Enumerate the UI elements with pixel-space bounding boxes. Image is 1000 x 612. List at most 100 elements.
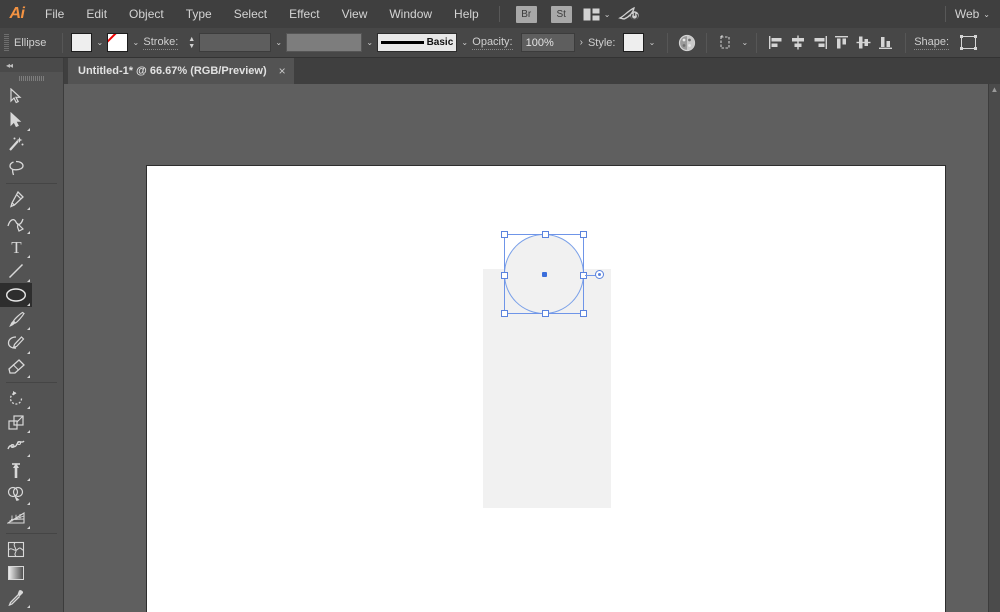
- flyout-corner-icon: [27, 526, 30, 529]
- tools-divider-3: [6, 533, 57, 534]
- vertical-scrollbar[interactable]: ▲: [988, 84, 1000, 612]
- perspective-grid-tool[interactable]: [0, 506, 32, 530]
- selection-bounding-box: [504, 234, 584, 314]
- align-left-icon[interactable]: [765, 32, 787, 54]
- menu-window[interactable]: Window: [378, 0, 443, 28]
- align-horizontal-center-icon[interactable]: [787, 32, 809, 54]
- stroke-weight-stepper[interactable]: ▲ ▼: [186, 33, 197, 52]
- stroke-profile-chevron-down-icon[interactable]: ⌄: [362, 33, 377, 52]
- gradient-tool[interactable]: [0, 561, 32, 585]
- pen-tool[interactable]: [0, 187, 32, 211]
- line-segment-tool[interactable]: [0, 259, 32, 283]
- menu-select[interactable]: Select: [223, 0, 278, 28]
- stroke-weight-input[interactable]: [199, 33, 271, 52]
- brush-definition-box[interactable]: Basic: [377, 33, 457, 52]
- workspace-area: Web ⌄: [936, 0, 1000, 28]
- flyout-corner-icon: [27, 375, 30, 378]
- scroll-up-icon[interactable]: ▲: [989, 84, 1000, 95]
- graphic-style-swatch[interactable]: [623, 33, 644, 52]
- scale-tool[interactable]: [0, 410, 32, 434]
- arrange-chevron-down-icon[interactable]: ⌄: [604, 10, 611, 19]
- live-shape-widget-handle[interactable]: [595, 270, 604, 279]
- width-tool[interactable]: [0, 434, 32, 458]
- stroke-weight-chevron-down-icon[interactable]: ⌄: [271, 33, 286, 52]
- align-vertical-center-icon[interactable]: [853, 32, 875, 54]
- stock-button[interactable]: St: [551, 6, 572, 23]
- control-divider-1: [62, 33, 63, 53]
- recolor-artwork-icon[interactable]: [676, 32, 698, 54]
- collapse-panel-icon[interactable]: ◂◂: [0, 58, 63, 72]
- resize-handle-bottom-center[interactable]: [542, 310, 549, 317]
- fill-chevron-down-icon[interactable]: ⌄: [92, 33, 107, 52]
- tools-panel-grip[interactable]: [0, 72, 63, 84]
- align-top-icon[interactable]: [831, 32, 853, 54]
- close-icon[interactable]: ×: [279, 64, 286, 78]
- transform-icon[interactable]: [715, 32, 737, 54]
- stepper-up-icon[interactable]: ▲: [188, 36, 195, 43]
- control-bar-grip[interactable]: [4, 34, 9, 52]
- free-transform-tool[interactable]: [0, 458, 32, 482]
- type-tool[interactable]: T: [0, 235, 32, 259]
- resize-handle-top-center[interactable]: [542, 231, 549, 238]
- shaper-tool[interactable]: [0, 331, 32, 355]
- bridge-button[interactable]: Br: [516, 6, 537, 23]
- resize-handle-middle-left[interactable]: [501, 272, 508, 279]
- menu-effect[interactable]: Effect: [278, 0, 330, 28]
- transform-chevron-down-icon[interactable]: ⌄: [741, 38, 748, 47]
- resize-handle-bottom-right[interactable]: [580, 310, 587, 317]
- menu-help[interactable]: Help: [443, 0, 490, 28]
- mesh-tool[interactable]: [0, 537, 32, 561]
- lasso-tool[interactable]: [0, 156, 32, 180]
- menu-type[interactable]: Type: [175, 0, 223, 28]
- flyout-corner-icon: [27, 454, 30, 457]
- ellipse-tool[interactable]: [0, 283, 32, 307]
- flyout-corner-icon: [27, 279, 30, 282]
- flyout-corner-icon: [27, 128, 30, 131]
- home-rocket-icon[interactable]: [618, 6, 640, 22]
- style-chevron-down-icon[interactable]: ⌄: [644, 33, 659, 52]
- menu-file[interactable]: File: [34, 0, 75, 28]
- tools-group-2: T: [0, 187, 63, 379]
- curvature-tool[interactable]: [0, 211, 32, 235]
- center-anchor-point: [542, 272, 547, 277]
- menu-view[interactable]: View: [331, 0, 379, 28]
- workspace-chevron-down-icon[interactable]: ⌄: [983, 10, 990, 19]
- menu-items: File Edit Object Type Select Effect View…: [34, 0, 490, 28]
- brush-chevron-down-icon[interactable]: ⌄: [457, 33, 472, 52]
- direct-selection-tool[interactable]: [0, 108, 32, 132]
- stroke-profile-input[interactable]: [286, 33, 362, 52]
- document-tab[interactable]: Untitled-1* @ 66.67% (RGB/Preview) ×: [68, 58, 294, 84]
- paintbrush-tool[interactable]: [0, 307, 32, 331]
- shape-builder-tool[interactable]: [0, 482, 32, 506]
- eyedropper-tool[interactable]: [0, 585, 32, 609]
- canvas-area[interactable]: [64, 84, 988, 612]
- rotate-tool[interactable]: [0, 386, 32, 410]
- fill-color-swatch[interactable]: [71, 33, 92, 52]
- shape-options-icon[interactable]: [957, 32, 979, 54]
- selection-tool[interactable]: [0, 84, 32, 108]
- selected-object-label: Ellipse: [14, 37, 46, 49]
- opacity-input[interactable]: 100%: [521, 33, 575, 52]
- app-logo: Ai: [0, 0, 34, 28]
- stroke-chevron-down-icon[interactable]: ⌄: [128, 33, 143, 52]
- stroke-weight-label: Stroke:: [143, 36, 178, 50]
- eraser-tool[interactable]: [0, 355, 32, 379]
- align-right-icon[interactable]: [809, 32, 831, 54]
- stepper-down-icon[interactable]: ▼: [188, 43, 195, 50]
- menu-object[interactable]: Object: [118, 0, 175, 28]
- arrange-documents-icon[interactable]: ⌄: [583, 8, 611, 21]
- tools-panel: ◂◂: [0, 58, 64, 612]
- menu-bar: Ai File Edit Object Type Select Effect V…: [0, 0, 1000, 28]
- opacity-options-arrow-icon[interactable]: ›: [580, 37, 583, 48]
- artboard[interactable]: [146, 165, 946, 612]
- workspace-label[interactable]: Web: [955, 7, 979, 21]
- align-bottom-icon[interactable]: [875, 32, 897, 54]
- resize-handle-top-right[interactable]: [580, 231, 587, 238]
- menu-edit[interactable]: Edit: [75, 0, 118, 28]
- resize-handle-top-left[interactable]: [501, 231, 508, 238]
- control-divider-5: [905, 33, 906, 53]
- resize-handle-bottom-left[interactable]: [501, 310, 508, 317]
- stroke-color-swatch[interactable]: [107, 33, 128, 52]
- magic-wand-tool[interactable]: [0, 132, 32, 156]
- flyout-corner-icon: [27, 430, 30, 433]
